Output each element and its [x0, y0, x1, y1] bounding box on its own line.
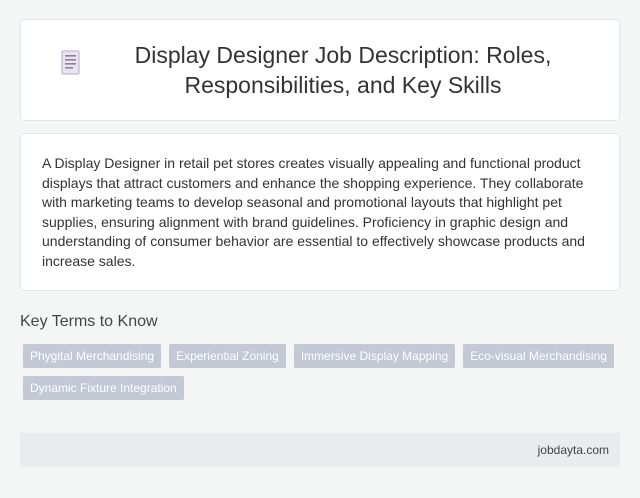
- tag-eco-visual-merchandising[interactable]: Eco-visual Merchandising: [463, 344, 614, 368]
- tag-immersive-display-mapping[interactable]: Immersive Display Mapping: [293, 344, 456, 368]
- footer: jobdayta.com: [20, 433, 620, 467]
- footer-site-link[interactable]: jobdayta.com: [538, 443, 609, 457]
- key-terms-tags: Phygital Merchandising Experiential Zoni…: [23, 344, 623, 400]
- tag-phygital-merchandising[interactable]: Phygital Merchandising: [23, 344, 162, 368]
- description-card: A Display Designer in retail pet stores …: [20, 133, 620, 291]
- description-text: A Display Designer in retail pet stores …: [42, 155, 585, 269]
- document-icon: [61, 50, 80, 75]
- tag-dynamic-fixture-integration[interactable]: Dynamic Fixture Integration: [23, 376, 184, 400]
- title-row: Display Designer Job Description: Roles,…: [60, 40, 580, 100]
- key-terms-heading: Key Terms to Know: [20, 313, 158, 330]
- page-title: Display Designer Job Description: Roles,…: [134, 42, 552, 98]
- tag-experiential-zoning[interactable]: Experiential Zoning: [169, 344, 286, 368]
- title-card: Display Designer Job Description: Roles,…: [20, 19, 620, 121]
